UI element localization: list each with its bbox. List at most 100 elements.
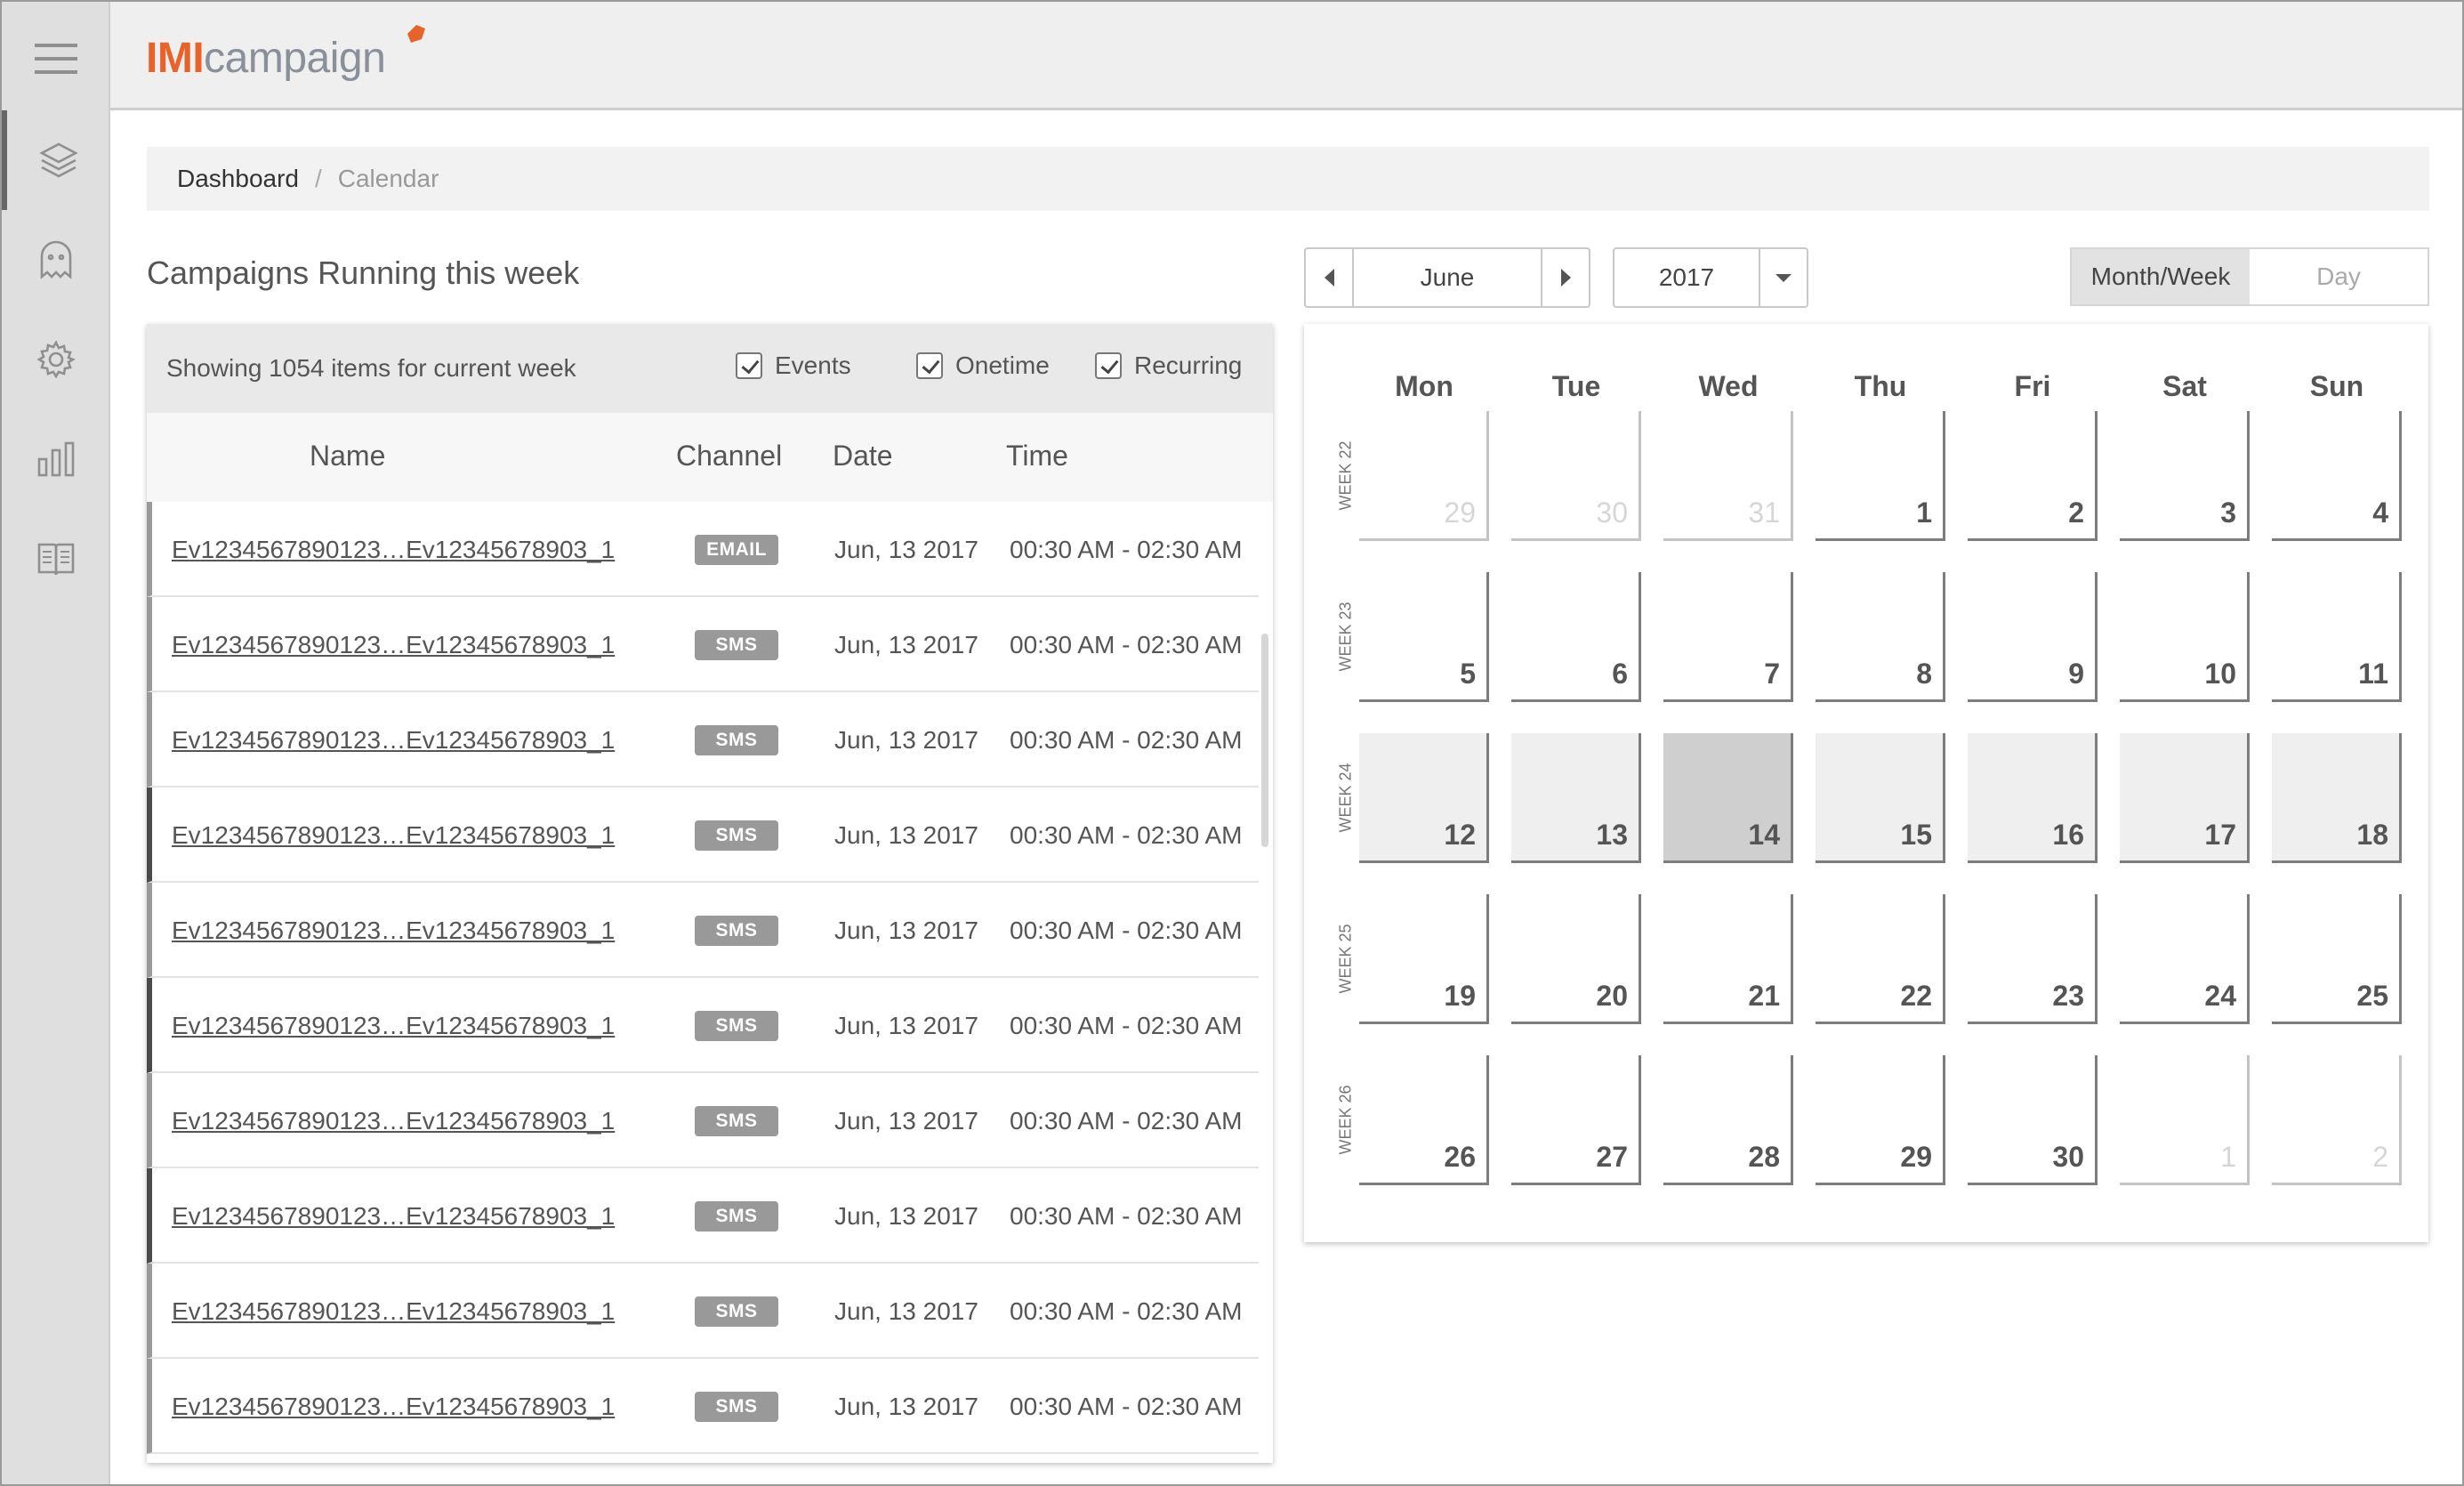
table-row[interactable]: Ev1234567890123…Ev12345678903_1 EMAIL Jun,… bbox=[147, 502, 1259, 597]
year-select[interactable]: 2017 bbox=[1613, 247, 1808, 308]
weekday-header: Tue bbox=[1551, 370, 1601, 402]
campaign-time: 00:30 AM - 02:30 AM bbox=[1010, 917, 1243, 944]
campaign-name-link[interactable]: Ev1234567890123…Ev12345678903_1 bbox=[172, 536, 615, 564]
table-row[interactable]: Ev1234567890123…Ev12345678903_1 SMS Jun, 1… bbox=[147, 1359, 1259, 1454]
campaign-name-link[interactable]: Ev1234567890123…Ev12345678903_1 bbox=[172, 1107, 615, 1135]
calendar-day[interactable]: 1 bbox=[1816, 411, 1945, 541]
calendar-day[interactable]: 8 bbox=[1816, 572, 1945, 702]
calendar-day[interactable]: 29 bbox=[1359, 411, 1489, 541]
day-view-button[interactable]: Day bbox=[2250, 249, 2428, 304]
calendar-day[interactable]: 30 bbox=[1968, 1055, 2098, 1185]
year-dropdown-button[interactable] bbox=[1759, 249, 1807, 306]
calendar-day[interactable]: 31 bbox=[1663, 411, 1793, 541]
calendar-day[interactable]: 26 bbox=[1359, 1055, 1489, 1185]
calendar-day[interactable]: 5 bbox=[1359, 572, 1489, 702]
channel-badge: SMS bbox=[695, 916, 778, 946]
calendar-day[interactable]: 29 bbox=[1816, 1055, 1945, 1185]
sidebar-item-audience[interactable] bbox=[2, 210, 110, 310]
calendar-day[interactable]: 3 bbox=[2120, 411, 2250, 541]
calendar-day[interactable]: 21 bbox=[1663, 894, 1793, 1024]
day-number: 24 bbox=[2204, 980, 2236, 1012]
calendar-day[interactable]: 14 bbox=[1663, 733, 1793, 863]
calendar-day[interactable]: 25 bbox=[2272, 894, 2402, 1024]
calendar-day[interactable]: 9 bbox=[1968, 572, 2098, 702]
campaigns-panel: Showing 1054 items for current week Even… bbox=[147, 324, 1273, 1463]
breadcrumb-dashboard[interactable]: Dashboard bbox=[177, 165, 299, 193]
calendar-day[interactable]: 20 bbox=[1511, 894, 1641, 1024]
campaign-time: 00:30 AM - 02:30 AM bbox=[1010, 1012, 1243, 1039]
calendar-day[interactable]: 28 bbox=[1663, 1055, 1793, 1185]
checkbox-icon[interactable] bbox=[1095, 352, 1122, 379]
calendar-day[interactable]: 12 bbox=[1359, 733, 1489, 863]
campaign-name-link[interactable]: Ev1234567890123…Ev12345678903_1 bbox=[172, 1297, 615, 1326]
events-checkbox[interactable]: Events bbox=[736, 351, 851, 380]
column-header-time[interactable]: Time bbox=[1006, 440, 1068, 472]
campaign-name-link[interactable]: Ev1234567890123…Ev12345678903_1 bbox=[172, 726, 615, 755]
checkbox-icon[interactable] bbox=[736, 352, 762, 379]
day-number: 19 bbox=[1444, 980, 1476, 1012]
table-scrollbar[interactable] bbox=[1261, 634, 1268, 847]
calendar-day[interactable]: 4 bbox=[2272, 411, 2402, 541]
day-number: 2 bbox=[2068, 497, 2084, 529]
onetime-checkbox[interactable]: Onetime bbox=[916, 351, 1050, 380]
campaign-date: Jun, 13 2017 bbox=[834, 1202, 978, 1230]
calendar-day[interactable]: 13 bbox=[1511, 733, 1641, 863]
sidebar-item-docs[interactable] bbox=[2, 509, 110, 609]
campaign-name-link[interactable]: Ev1234567890123…Ev12345678903_1 bbox=[172, 821, 615, 850]
breadcrumb-separator: / bbox=[314, 165, 322, 192]
week-number-label: WEEK 26 bbox=[1336, 1085, 1355, 1155]
calendar-day[interactable]: 7 bbox=[1663, 572, 1793, 702]
day-number: 3 bbox=[2220, 497, 2236, 529]
calendar-day[interactable]: 22 bbox=[1816, 894, 1945, 1024]
calendar-day[interactable]: 23 bbox=[1968, 894, 2098, 1024]
table-row[interactable]: Ev1234567890123…Ev12345678903_1 SMS Jun, 1… bbox=[147, 692, 1259, 787]
recurring-checkbox[interactable]: Recurring bbox=[1095, 351, 1242, 380]
calendar-day[interactable]: 16 bbox=[1968, 733, 2098, 863]
menu-icon[interactable] bbox=[2, 9, 110, 109]
day-number: 1 bbox=[2220, 1141, 2236, 1173]
channel-badge: EMAIL bbox=[695, 535, 778, 565]
table-row[interactable]: Ev1234567890123…Ev12345678903_1 SMS Jun, 1… bbox=[147, 978, 1259, 1073]
table-row[interactable]: Ev1234567890123…Ev12345678903_1 SMS Jun, 1… bbox=[147, 597, 1259, 692]
campaign-name-link[interactable]: Ev1234567890123…Ev12345678903_1 bbox=[172, 1202, 615, 1231]
column-header-channel[interactable]: Channel bbox=[676, 440, 782, 472]
calendar-day[interactable]: 11 bbox=[2272, 572, 2402, 702]
next-month-button[interactable] bbox=[1541, 249, 1589, 306]
table-row[interactable]: Ev1234567890123…Ev12345678903_1 SMS Jun, 1… bbox=[147, 1168, 1259, 1264]
table-row[interactable]: Ev1234567890123…Ev12345678903_1 SMS Jun, 1… bbox=[147, 787, 1259, 883]
calendar-day[interactable]: 6 bbox=[1511, 572, 1641, 702]
campaign-date: Jun, 13 2017 bbox=[834, 726, 978, 754]
table-row[interactable]: Ev1234567890123…Ev12345678903_1 SMS Jun, 1… bbox=[147, 1073, 1259, 1168]
campaign-name-link[interactable]: Ev1234567890123…Ev12345678903_1 bbox=[172, 917, 615, 945]
campaign-time: 00:30 AM - 02:30 AM bbox=[1010, 631, 1243, 658]
prev-month-button[interactable] bbox=[1306, 249, 1354, 306]
logo-primary: IMI bbox=[146, 35, 205, 82]
calendar-day[interactable]: 17 bbox=[2120, 733, 2250, 863]
month-week-view-button[interactable]: Month/Week bbox=[2072, 249, 2250, 304]
calendar-day[interactable]: 15 bbox=[1816, 733, 1945, 863]
calendar-day[interactable]: 10 bbox=[2120, 572, 2250, 702]
app-logo[interactable]: IMIcampaign bbox=[146, 34, 386, 83]
campaign-name-link[interactable]: Ev1234567890123…Ev12345678903_1 bbox=[172, 1012, 615, 1040]
day-number: 5 bbox=[1460, 658, 1476, 690]
calendar-day[interactable]: 2 bbox=[1968, 411, 2098, 541]
calendar-day[interactable]: 24 bbox=[2120, 894, 2250, 1024]
checkbox-icon[interactable] bbox=[916, 352, 943, 379]
sidebar-item-settings[interactable] bbox=[2, 310, 110, 409]
table-row[interactable]: Ev1234567890123…Ev12345678903_1 SMS Jun, 1… bbox=[147, 883, 1259, 978]
column-header-date[interactable]: Date bbox=[833, 440, 893, 472]
campaign-name-link[interactable]: Ev1234567890123…Ev12345678903_1 bbox=[172, 631, 615, 659]
calendar-day[interactable]: 18 bbox=[2272, 733, 2402, 863]
column-header-name[interactable]: Name bbox=[310, 440, 385, 472]
calendar-day[interactable]: 1 bbox=[2120, 1055, 2250, 1185]
calendar-day[interactable]: 2 bbox=[2272, 1055, 2402, 1185]
campaign-name-link[interactable]: Ev1234567890123…Ev12345678903_1 bbox=[172, 1393, 615, 1421]
day-number: 10 bbox=[2204, 658, 2236, 690]
calendar-day[interactable]: 30 bbox=[1511, 411, 1641, 541]
sidebar-item-reports[interactable] bbox=[2, 409, 110, 509]
calendar-day[interactable]: 27 bbox=[1511, 1055, 1641, 1185]
day-number: 31 bbox=[1748, 497, 1780, 529]
calendar-day[interactable]: 19 bbox=[1359, 894, 1489, 1024]
table-row[interactable]: Ev1234567890123…Ev12345678903_1 SMS Jun, 1… bbox=[147, 1264, 1259, 1359]
sidebar-item-campaigns[interactable] bbox=[2, 110, 110, 210]
